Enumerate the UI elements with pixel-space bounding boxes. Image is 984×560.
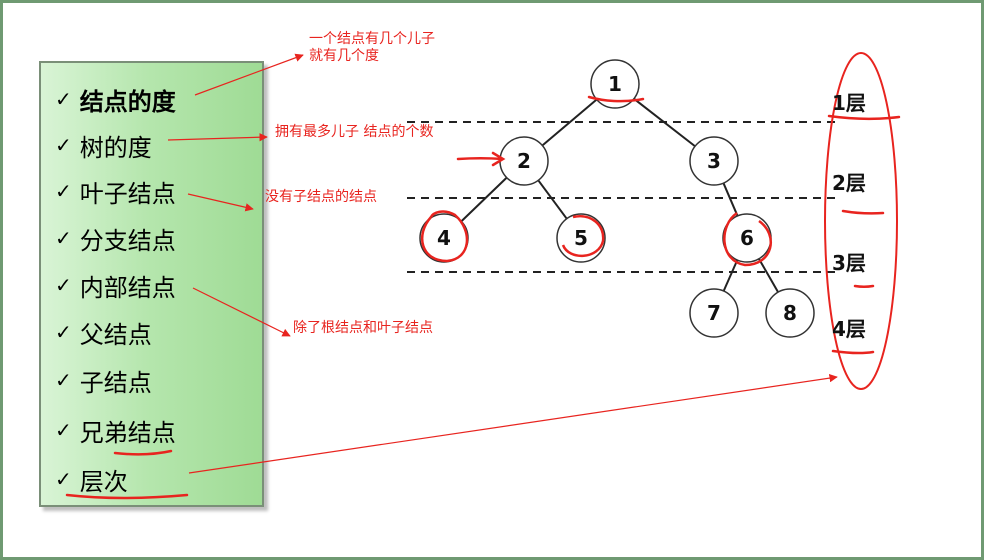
slide-frame: ✓ 结点的度 ✓ 树的度 ✓ 叶子结点 ✓ 分支结点 ✓ 内部结点 ✓ 父结点 … [0,0,984,560]
level-label-3: 3层 [832,251,866,275]
tree-node-label: 7 [707,301,721,325]
tree-node-label: 5 [574,226,588,250]
tree-edge-6-7 [722,259,739,292]
annotation-arrow [194,53,304,96]
tree-node-7: 7 [689,288,739,338]
tree-edge-1-3 [633,97,696,148]
tree-node-label: 6 [740,226,754,250]
handwritten-underline-level [65,493,189,500]
tree-node-label: 8 [783,301,797,325]
handwritten-mark-sibling [113,449,173,456]
tree-edge-6-8 [758,258,779,293]
handwritten-arrow [456,151,506,167]
tree-node-8: 8 [765,288,815,338]
tree-edges [460,97,779,293]
annotation-node-degree-line2: 就有几个度 [309,48,379,64]
annotation-node-degree-line1: 一个结点有几个儿子 [309,31,435,47]
level-label-1: 1层 [832,91,866,115]
tree-node-label: 4 [437,226,451,250]
tree-edge-2-5 [537,179,568,220]
level-label-4: 4层 [832,317,866,341]
handwritten-underline-level3 [853,284,875,288]
handwritten-underline-level2 [841,209,885,215]
tree-node-3: 3 [689,136,739,186]
annotation-arrow [187,193,254,212]
tree-edge-2-4 [460,176,508,223]
level-label-2: 2层 [832,171,866,195]
tree-node-label: 3 [707,149,721,173]
tree-edge-3-6 [722,182,739,217]
annotation-internal-node: 除了根结点和叶子结点 [293,320,433,336]
annotation-arrow [188,373,838,474]
annotation-leaf-node: 没有子结点的结点 [265,189,377,205]
tree-node-label: 1 [608,72,622,96]
tree-node-label: 2 [517,149,531,173]
annotation-arrow [192,287,291,337]
annotation-tree-degree: 拥有最多儿子 结点的个数 [275,124,434,140]
annotation-arrow [167,133,268,142]
tree-node-2: 2 [499,136,549,186]
